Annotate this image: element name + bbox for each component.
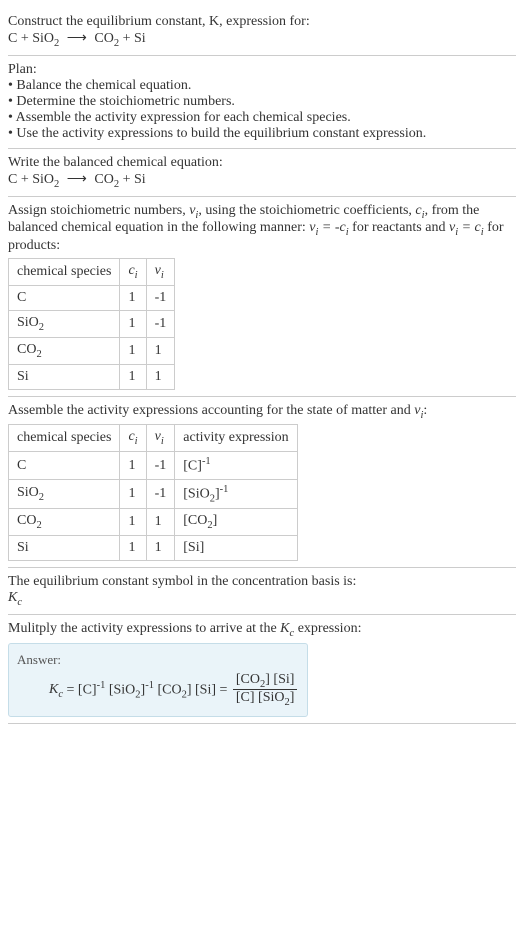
answer-box: Answer: Kc = [C]-1 [SiO2]-1 [CO2] [Si] =…	[8, 643, 308, 718]
table-header: νi	[146, 425, 175, 452]
arrow-icon: ⟶	[67, 171, 87, 188]
table-header-row: chemical species ci νi	[9, 259, 175, 286]
table-header-row: chemical species ci νi activity expressi…	[9, 425, 298, 452]
table-cell: 1	[120, 509, 146, 536]
table-cell: 1	[120, 337, 146, 364]
table-row: C 1 -1 [C]-1	[9, 452, 298, 480]
table-cell: 1	[120, 536, 146, 561]
symbol-text: The equilibrium constant symbol in the c…	[8, 574, 516, 590]
activity-section: Assemble the activity expressions accoun…	[8, 397, 516, 569]
prompt-text: Construct the equilibrium constant, K, e…	[8, 14, 516, 30]
table-cell: 1	[146, 536, 175, 561]
table-cell: -1	[146, 479, 175, 508]
plan-item: • Assemble the activity expression for e…	[8, 110, 516, 126]
table-cell: C	[9, 452, 120, 480]
table-header: νi	[146, 259, 175, 286]
plan-section: Plan: • Balance the chemical equation. •…	[8, 56, 516, 149]
table-row: SiO2 1 -1	[9, 310, 175, 337]
table-row: Si 1 1	[9, 364, 175, 389]
balance-header: Write the balanced chemical equation:	[8, 155, 516, 171]
table-row: CO2 1 1	[9, 337, 175, 364]
table-cell: 1	[146, 509, 175, 536]
kc-symbol: Kc	[8, 590, 516, 608]
stoich-table: chemical species ci νi C 1 -1 SiO2 1 -1 …	[8, 258, 175, 389]
table-cell: SiO2	[9, 479, 120, 508]
table-cell: SiO2	[9, 310, 120, 337]
fraction-den: [C] [SiO2]	[233, 690, 298, 708]
table-header: ci	[120, 259, 146, 286]
balance-section: Write the balanced chemical equation: C …	[8, 149, 516, 197]
table-cell: [C]-1	[175, 452, 297, 480]
activity-table: chemical species ci νi activity expressi…	[8, 424, 298, 561]
plan-item: • Balance the chemical equation.	[8, 78, 516, 94]
table-cell: 1	[120, 285, 146, 310]
stoich-text: Assign stoichiometric numbers, νi, using…	[8, 203, 516, 255]
table-cell: [CO2]	[175, 509, 297, 536]
multiply-text: Mulitply the activity expressions to arr…	[8, 621, 516, 639]
plan-item: • Use the activity expressions to build …	[8, 126, 516, 142]
table-header: chemical species	[9, 259, 120, 286]
arrow-icon: ⟶	[67, 30, 87, 47]
table-row: CO2 1 1 [CO2]	[9, 509, 298, 536]
stoich-section: Assign stoichiometric numbers, νi, using…	[8, 197, 516, 397]
activity-header: Assemble the activity expressions accoun…	[8, 403, 516, 421]
table-cell: 1	[120, 452, 146, 480]
table-cell: Si	[9, 536, 120, 561]
table-cell: Si	[9, 364, 120, 389]
table-row: SiO2 1 -1 [SiO2]-1	[9, 479, 298, 508]
table-cell: 1	[120, 479, 146, 508]
symbol-section: The equilibrium constant symbol in the c…	[8, 568, 516, 615]
plan-header: Plan:	[8, 62, 516, 78]
prompt-line1: Construct the equilibrium constant, K, e…	[8, 14, 310, 29]
plan-item: • Determine the stoichiometric numbers.	[8, 94, 516, 110]
table-row: C 1 -1	[9, 285, 175, 310]
fraction-num: [CO2] [Si]	[233, 672, 298, 691]
table-cell: C	[9, 285, 120, 310]
table-cell: 1	[120, 310, 146, 337]
fraction: [CO2] [Si] [C] [SiO2]	[233, 672, 298, 709]
table-cell: 1	[146, 364, 175, 389]
table-cell: CO2	[9, 337, 120, 364]
table-header: ci	[120, 425, 146, 452]
answer-equation: Kc = [C]-1 [SiO2]-1 [CO2] [Si] = [CO2] […	[17, 672, 299, 709]
table-cell: [Si]	[175, 536, 297, 561]
multiply-section: Mulitply the activity expressions to arr…	[8, 615, 516, 724]
table-cell: -1	[146, 285, 175, 310]
answer-label: Answer:	[17, 652, 299, 668]
table-cell: [SiO2]-1	[175, 479, 297, 508]
table-cell: -1	[146, 310, 175, 337]
balanced-equation: C + SiO2 ⟶ CO2 + Si	[8, 171, 516, 190]
table-header: activity expression	[175, 425, 297, 452]
table-header: chemical species	[9, 425, 120, 452]
table-cell: CO2	[9, 509, 120, 536]
table-row: Si 1 1 [Si]	[9, 536, 298, 561]
prompt-section: Construct the equilibrium constant, K, e…	[8, 8, 516, 56]
prompt-equation: C + SiO2 ⟶ CO2 + Si	[8, 30, 516, 49]
table-cell: -1	[146, 452, 175, 480]
table-cell: 1	[120, 364, 146, 389]
table-cell: 1	[146, 337, 175, 364]
